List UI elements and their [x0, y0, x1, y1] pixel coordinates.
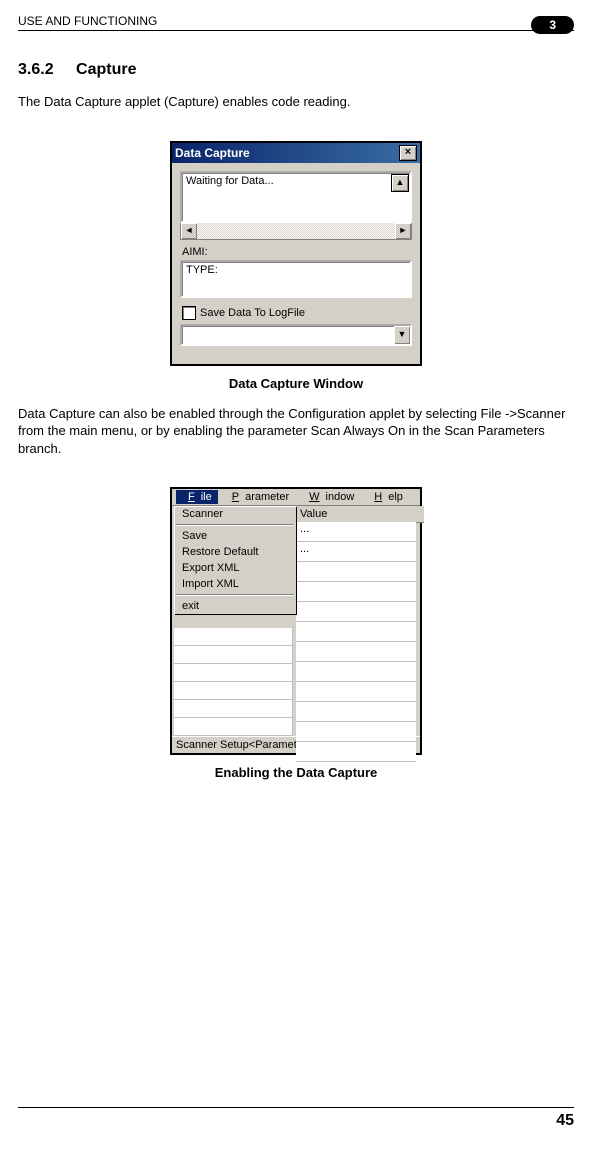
combo-field[interactable]	[182, 326, 394, 344]
value-cell[interactable]	[296, 702, 416, 722]
value-cell[interactable]	[296, 642, 416, 662]
horizontal-scrollbar[interactable]: ◄ ►	[180, 222, 412, 240]
menu-window[interactable]: Window	[297, 490, 360, 504]
menu-item-save[interactable]: Save	[174, 528, 296, 544]
waiting-text: Waiting for Data...	[186, 175, 274, 187]
chapter-badge: 3	[531, 16, 574, 34]
value-cell[interactable]	[296, 722, 416, 742]
scroll-up-icon[interactable]: ▲	[391, 174, 409, 192]
value-cell[interactable]	[296, 562, 416, 582]
scrollbar-track[interactable]	[197, 223, 395, 239]
running-header: USE AND FUNCTIONING	[18, 14, 157, 28]
left-column-empty	[174, 628, 293, 736]
value-column: ... ...	[296, 522, 416, 762]
value-cell[interactable]	[296, 742, 416, 762]
type-box[interactable]: TYPE:	[180, 260, 412, 298]
value-cell[interactable]: ...	[296, 542, 416, 562]
chevron-down-icon[interactable]: ▼	[394, 326, 410, 344]
value-cell[interactable]: ...	[296, 522, 416, 542]
menu-parameter[interactable]: Parameter	[220, 490, 295, 504]
save-logfile-checkbox[interactable]	[182, 306, 196, 320]
scroll-left-icon[interactable]: ◄	[181, 223, 197, 239]
menu-separator	[176, 524, 294, 526]
menu-file[interactable]: File	[176, 490, 218, 504]
save-logfile-label: Save Data To LogFile	[200, 307, 305, 319]
menu-item-restore-default[interactable]: Restore Default	[174, 544, 296, 560]
data-output-box[interactable]: Waiting for Data... ▲	[180, 171, 412, 223]
value-cell[interactable]	[296, 662, 416, 682]
figure1-caption: Data Capture Window	[18, 376, 574, 391]
menu-separator	[176, 594, 294, 596]
section-heading: 3.6.2 Capture	[18, 61, 574, 79]
window-title: Data Capture	[175, 146, 250, 160]
menu-item-exit[interactable]: exit	[174, 598, 296, 614]
logfile-combo[interactable]: ▼	[180, 324, 412, 346]
data-capture-window: Data Capture × Waiting for Data... ▲ ◄ ►…	[170, 141, 422, 366]
aimi-label: AIMI:	[180, 246, 412, 258]
file-dropdown[interactable]: Scanner Save Restore Default Export XML …	[174, 506, 296, 614]
close-icon[interactable]: ×	[399, 145, 417, 161]
menu-item-import-xml[interactable]: Import XML	[174, 576, 296, 592]
type-label: TYPE:	[186, 264, 218, 276]
menu-bar[interactable]: File Parameter Window Help	[172, 489, 420, 506]
value-cell[interactable]	[296, 682, 416, 702]
paragraph-1: The Data Capture applet (Capture) enable…	[18, 93, 574, 111]
paragraph-2: Data Capture can also be enabled through…	[18, 405, 574, 458]
value-cell[interactable]	[296, 602, 416, 622]
menu-item-export-xml[interactable]: Export XML	[174, 560, 296, 576]
config-window: File Parameter Window Help Value ... ...	[170, 487, 422, 755]
menu-item-scanner[interactable]: Scanner	[174, 506, 296, 522]
figure2-caption: Enabling the Data Capture	[18, 765, 574, 780]
value-column-header: Value	[296, 506, 424, 523]
value-cell[interactable]	[296, 622, 416, 642]
scroll-right-icon[interactable]: ►	[395, 223, 411, 239]
menu-help[interactable]: Help	[362, 490, 409, 504]
section-number: 3.6.2	[18, 61, 54, 78]
value-cell[interactable]	[296, 582, 416, 602]
section-title: Capture	[76, 61, 136, 78]
window-title-bar[interactable]: Data Capture ×	[172, 143, 420, 163]
page-number: 45	[556, 1112, 574, 1129]
